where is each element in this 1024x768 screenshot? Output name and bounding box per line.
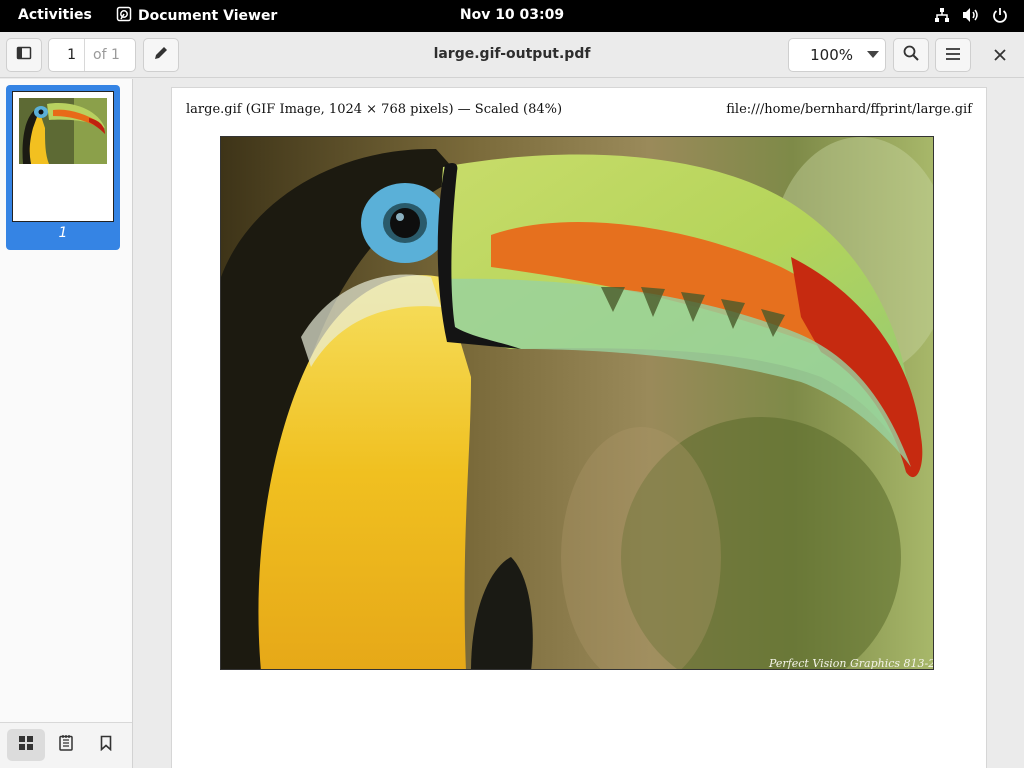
activities-button[interactable]: Activities	[18, 7, 92, 23]
page-header-left: large.gif (GIF Image, 1024 × 768 pixels)…	[186, 102, 563, 117]
page-number-entry[interactable]: 1 of 1	[48, 38, 136, 72]
system-tray[interactable]	[934, 7, 1008, 27]
thumbnail-page-label: 1	[58, 225, 68, 241]
grid-icon	[18, 735, 34, 755]
sidebar-toggle-icon	[16, 45, 32, 65]
header-bar: 1 of 1 large.gif-output.pdf 100%	[0, 32, 1024, 78]
photo-watermark: Perfect Vision Graphics 813-282-7993	[768, 657, 934, 670]
app-name: Document Viewer	[138, 8, 278, 24]
volume-icon[interactable]	[962, 7, 980, 27]
search-icon	[903, 45, 919, 65]
pencil-icon	[153, 45, 169, 65]
document-viewer-icon	[116, 6, 132, 26]
close-button[interactable]	[983, 38, 1017, 72]
network-icon[interactable]	[934, 7, 950, 27]
sidebar-toggle-button[interactable]	[6, 38, 42, 72]
bookmark-icon	[100, 735, 112, 755]
zoom-value[interactable]: 100%	[789, 46, 861, 64]
bookmarks-view-button[interactable]	[87, 729, 125, 761]
thumbnail-page-preview	[12, 91, 114, 222]
page-total-label: of 1	[93, 47, 120, 63]
pdf-page: large.gif (GIF Image, 1024 × 768 pixels)…	[171, 87, 987, 768]
sidebar: 1	[0, 79, 133, 768]
power-icon[interactable]	[992, 7, 1008, 27]
outline-view-button[interactable]	[47, 729, 85, 761]
sidebar-view-switcher	[0, 722, 132, 768]
close-icon	[994, 46, 1006, 65]
thumbnail-image	[19, 98, 107, 164]
document-title: large.gif-output.pdf	[433, 46, 591, 62]
hamburger-menu-icon	[945, 46, 961, 65]
document-outline-icon	[59, 735, 73, 755]
top-bar: Activities Document Viewer Nov 10 03:09	[0, 0, 1024, 32]
search-button[interactable]	[893, 38, 929, 72]
page-header-right: file:///home/bernhard/ffprint/large.gif	[726, 102, 972, 117]
chevron-down-icon[interactable]	[861, 51, 885, 59]
app-menu[interactable]: Document Viewer	[116, 6, 277, 26]
zoom-selector[interactable]: 100%	[788, 38, 886, 72]
current-page-input[interactable]: 1	[49, 39, 85, 71]
annotate-button[interactable]	[143, 38, 179, 72]
page-thumbnail[interactable]: 1	[6, 85, 120, 250]
toucan-photo: Perfect Vision Graphics 813-282-7993	[220, 136, 934, 670]
thumbnails-view-button[interactable]	[7, 729, 45, 761]
document-view[interactable]: large.gif (GIF Image, 1024 × 768 pixels)…	[134, 79, 1024, 768]
clock[interactable]: Nov 10 03:09	[460, 7, 564, 23]
main-menu-button[interactable]	[935, 38, 971, 72]
